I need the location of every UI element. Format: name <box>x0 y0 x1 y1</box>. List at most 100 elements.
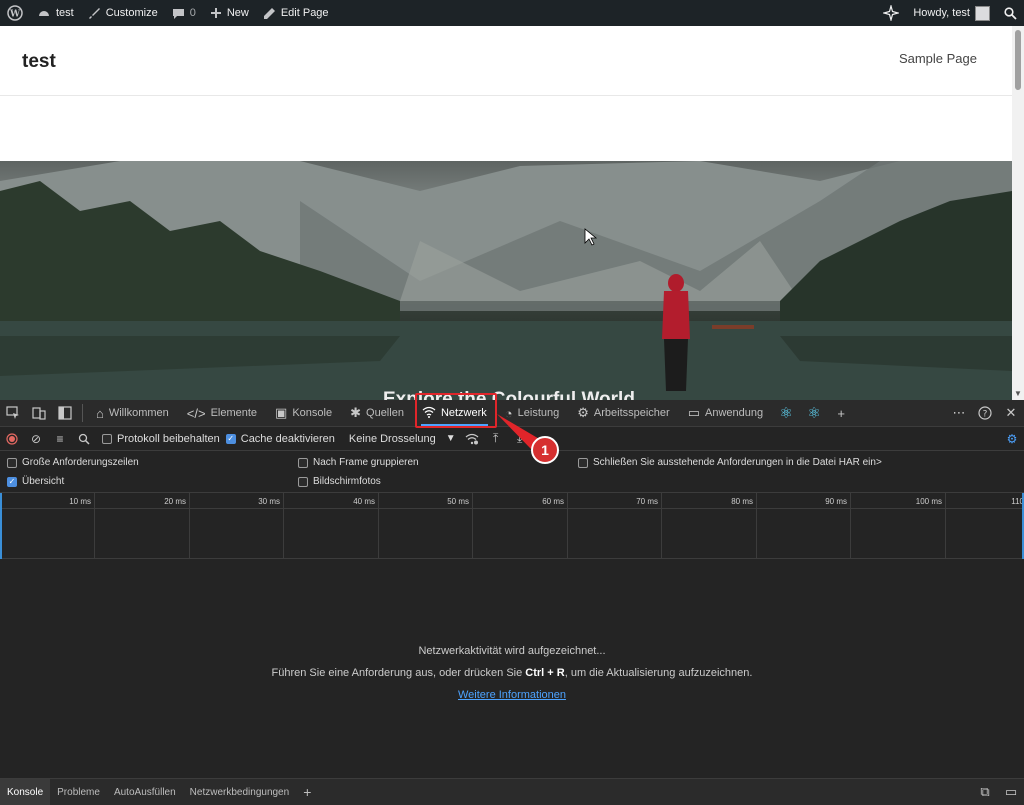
learn-more-link[interactable]: Weitere Informationen <box>458 689 566 701</box>
react-components-icon[interactable]: ⚛ <box>772 404 800 422</box>
search-icon[interactable] <box>997 0 1024 26</box>
new-label: New <box>226 7 249 19</box>
drawer-tab-netzwerkbedingungen[interactable]: Netzwerkbedingungen <box>183 779 297 805</box>
gear-icon: ⚙ <box>577 405 589 420</box>
comments-link[interactable]: 0 <box>165 0 203 26</box>
pencil-icon <box>263 7 275 19</box>
tab-label: Arbeitsspeicher <box>593 407 670 419</box>
site-name-link[interactable]: test <box>30 0 81 26</box>
tab-elemente[interactable]: </> Elemente <box>178 400 266 427</box>
howdy-label: Howdy, test <box>913 7 970 19</box>
large-rows-checkbox[interactable]: Große Anforderungszeilen <box>7 457 139 468</box>
lake-landscape-image <box>0 161 1012 400</box>
checkbox-box <box>298 476 308 487</box>
timeline-tick: 20 ms <box>95 493 190 559</box>
overview-checkbox[interactable]: ✓ Übersicht <box>7 476 64 487</box>
tick-label: 20 ms <box>164 497 186 506</box>
device-emulation-icon[interactable] <box>26 400 52 426</box>
tab-konsole[interactable]: ▣ Konsole <box>266 400 341 427</box>
new-content-link[interactable]: New <box>203 0 256 26</box>
step-badge: 1 <box>531 436 559 464</box>
network-overview-timeline[interactable]: 10 ms 20 ms 30 ms 40 ms 50 ms 60 ms 70 m… <box>0 493 1024 559</box>
sparkle-icon[interactable] <box>876 0 906 26</box>
har-pending-checkbox[interactable]: Schließen Sie ausstehende Anforderungen … <box>578 457 882 468</box>
recording-message: Netzwerkaktivität wird aufgezeichnet... <box>418 645 606 657</box>
avatar <box>975 5 990 21</box>
clear-icon[interactable]: ⊘ <box>24 427 48 451</box>
screenshots-checkbox[interactable]: Bildschirmfotos <box>298 476 381 487</box>
tick-label: 100 ms <box>915 497 942 506</box>
tick-label: 90 ms <box>825 497 847 506</box>
toggle-sidebar-icon[interactable] <box>52 400 78 426</box>
customize-link[interactable]: Customize <box>81 0 165 26</box>
filter-icon[interactable]: ≡ <box>48 427 72 451</box>
close-icon[interactable]: ✕ <box>998 400 1024 426</box>
search-icon[interactable] <box>72 427 96 451</box>
reload-shortcut: Ctrl + R <box>525 667 565 679</box>
tick-label: 30 ms <box>258 497 280 506</box>
network-conditions-icon[interactable] <box>460 427 484 451</box>
record-icon[interactable] <box>0 427 24 451</box>
highlight-box <box>415 393 497 428</box>
scroll-down-arrow-icon[interactable]: ▼ <box>1014 389 1022 398</box>
drawer-tab-autoausfuellen[interactable]: AutoAusfüllen <box>107 779 183 805</box>
empty-state: Netzwerkaktivität wird aufgezeichnet... … <box>0 640 1024 706</box>
preserve-log-checkbox[interactable]: Protokoll beibehalten <box>102 433 220 445</box>
timeline-tick: 10 ms <box>0 493 95 559</box>
home-icon: ⌂ <box>96 405 104 421</box>
window-icon: ▭ <box>687 405 701 420</box>
timeline-tick: 110 <box>946 493 1024 559</box>
site-title[interactable]: test <box>22 51 56 73</box>
timeline-tick: 100 ms <box>851 493 946 559</box>
tab-label: Konsole <box>292 407 333 419</box>
dock-drawer-icon[interactable]: ⧉ <box>972 779 998 805</box>
timeline-tick: 90 ms <box>757 493 851 559</box>
drawer-tab-probleme[interactable]: Probleme <box>50 779 107 805</box>
preserve-log-label: Protokoll beibehalten <box>117 432 220 445</box>
devtools-panel: ⌂ Willkommen </> Elemente ▣ Konsole ✱ Qu… <box>0 400 1024 805</box>
page-scrollbar[interactable]: ▼ <box>1012 26 1024 400</box>
network-settings-gear-icon[interactable]: ⚙ <box>1000 427 1024 451</box>
more-options-icon[interactable]: ⋯ <box>946 400 972 426</box>
hero-image: Explore the Colourful World <box>0 161 1012 400</box>
my-account-link[interactable]: Howdy, test <box>906 0 997 26</box>
website-viewport: test Sample Page Explore the Colourful W… <box>0 26 1012 400</box>
divider <box>82 404 83 422</box>
react-profiler-icon[interactable]: ⚛ <box>800 404 828 422</box>
throttle-select[interactable]: Keine Drosselung ▼ <box>345 433 460 445</box>
site-header: test Sample Page <box>0 26 1012 96</box>
timeline-window-handle-left[interactable] <box>0 493 2 559</box>
scrollbar-thumb[interactable] <box>1015 30 1021 90</box>
checkbox-box <box>102 433 112 444</box>
add-tab-icon[interactable]: + <box>828 400 854 426</box>
site-name-label: test <box>56 7 74 19</box>
bug-icon: ✱ <box>350 405 362 420</box>
tab-arbeitsspeicher[interactable]: ⚙ Arbeitsspeicher <box>568 400 678 427</box>
tab-label: Elemente <box>210 407 258 419</box>
timeline-tick: 50 ms <box>379 493 473 559</box>
throttle-value: Keine Drosselung <box>348 432 436 445</box>
tick-label: 40 ms <box>353 497 375 506</box>
checkbox-box <box>578 457 588 468</box>
edit-page-link[interactable]: Edit Page <box>256 0 336 26</box>
tab-label: Anwendung <box>705 407 764 419</box>
plus-icon <box>210 8 221 18</box>
tab-willkommen[interactable]: ⌂ Willkommen <box>87 400 178 427</box>
menu-link-sample-page[interactable]: Sample Page <box>899 51 977 66</box>
checkbox-box: ✓ <box>225 433 236 444</box>
drawer-tab-konsole[interactable]: Konsole <box>0 778 51 805</box>
disable-cache-checkbox[interactable]: ✓ Cache deaktivieren <box>225 433 335 445</box>
large-rows-label: Große Anforderungszeilen <box>22 457 139 468</box>
tab-quellen[interactable]: ✱ Quellen <box>341 400 413 427</box>
add-drawer-tab-icon[interactable]: + <box>296 779 318 805</box>
inspect-icon[interactable] <box>0 400 26 426</box>
group-by-frame-checkbox[interactable]: Nach Frame gruppieren <box>298 457 419 468</box>
drawer-tabbar: Konsole Probleme AutoAusfüllen Netzwerkb… <box>0 778 1024 805</box>
tab-anwendung[interactable]: ▭ Anwendung <box>679 400 772 427</box>
screenshots-label: Bildschirmfotos <box>313 476 381 487</box>
wordpress-logo-icon[interactable]: W <box>0 0 30 26</box>
help-icon[interactable]: ? <box>972 400 998 426</box>
timeline-tick: 40 ms <box>284 493 379 559</box>
reload-hint-text: Führen Sie eine Anforderung aus, oder dr… <box>271 667 526 679</box>
close-drawer-icon[interactable]: ▭ <box>998 779 1024 805</box>
